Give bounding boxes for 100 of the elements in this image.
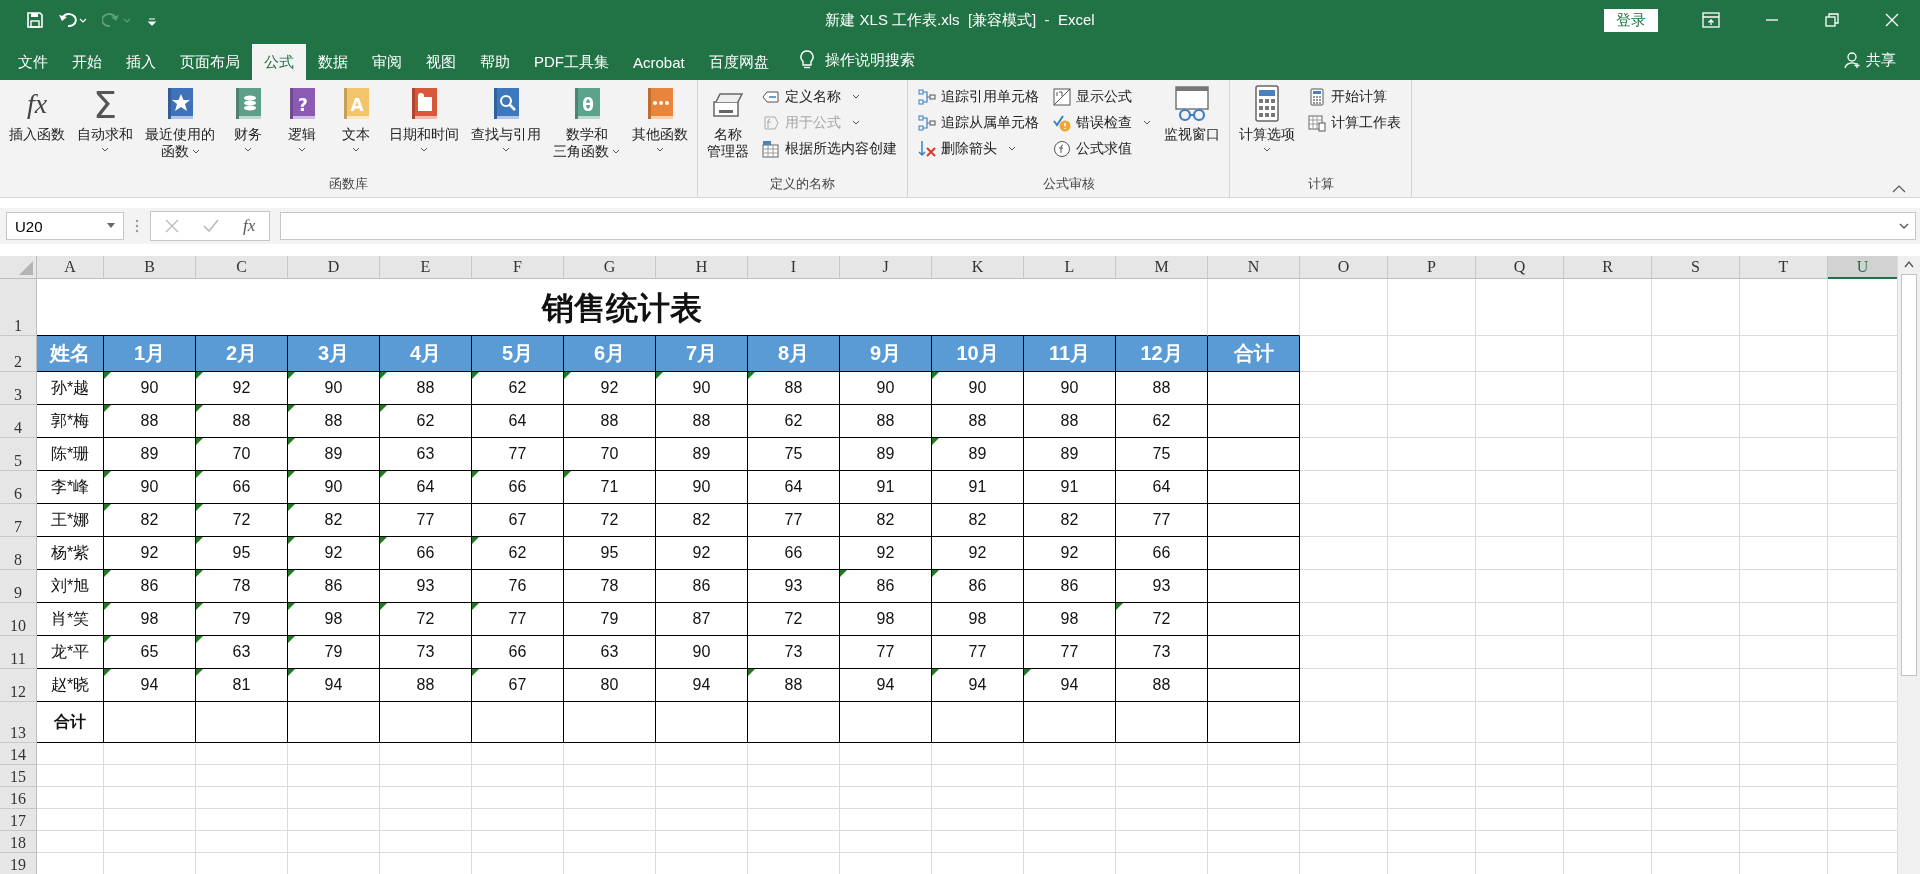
row-header[interactable]: 1 [0,279,37,336]
drag-handle-icon[interactable] [134,218,140,234]
ribbon-tab[interactable]: 公式 [252,44,306,80]
row-header[interactable]: 12 [0,669,37,702]
ribbon-tab[interactable]: 审阅 [360,44,414,80]
column-header[interactable]: R [1564,256,1652,279]
formula-input[interactable] [280,212,1916,240]
ribbon-tab[interactable]: 文件 [6,44,60,80]
ribbon-button[interactable]: 查找与引用 [466,84,546,153]
vertical-scrollbar[interactable] [1897,256,1920,874]
undo-icon[interactable] [58,11,88,29]
ribbon-button[interactable]: 公式求值 [1053,138,1151,160]
row-header[interactable]: 9 [0,570,37,603]
column-header[interactable]: K [932,256,1024,279]
column-header[interactable]: U [1828,256,1897,279]
ribbon-button[interactable]: 追踪从属单元格 [918,112,1039,134]
ribbon-button[interactable]: Σ 自动求和 [72,84,138,153]
ribbon-tab[interactable]: Acrobat [621,44,697,80]
ribbon-tab[interactable]: 帮助 [468,44,522,80]
column-header[interactable]: I [748,256,840,279]
column-header[interactable]: N [1208,256,1300,279]
cell-value: 92 [140,544,159,562]
ribbon-tab[interactable]: 页面布局 [168,44,252,80]
column-header[interactable]: J [840,256,932,279]
row-header[interactable]: 17 [0,809,37,831]
cancel-icon[interactable] [165,219,179,233]
row-header[interactable]: 3 [0,372,37,405]
column-header[interactable]: E [380,256,472,279]
column-header[interactable]: Q [1476,256,1564,279]
row-header[interactable]: 4 [0,405,37,438]
insert-function-button[interactable]: fx [243,216,256,236]
column-header[interactable]: P [1388,256,1476,279]
row-header[interactable]: 8 [0,537,37,570]
ribbon-button[interactable]: ? 逻辑 [276,84,328,153]
ribbon-button[interactable]: 定义名称 [762,86,897,108]
row-header[interactable]: 10 [0,603,37,636]
tell-me-search[interactable]: 操作说明搜索 [824,50,915,70]
row-header[interactable]: 18 [0,831,37,853]
expand-icon[interactable] [1899,223,1909,229]
ribbon-button[interactable]: 开始计算 [1308,86,1401,108]
column-header[interactable]: A [37,256,104,279]
save-icon[interactable] [26,11,44,29]
row-header[interactable]: 13 [0,702,37,743]
column-header[interactable]: F [472,256,564,279]
scroll-thumb[interactable] [1901,274,1917,676]
ribbon-tab[interactable]: 百度网盘 [696,44,781,80]
name-box[interactable]: U20 [6,212,124,240]
column-header[interactable]: H [656,256,748,279]
ribbon-tab[interactable]: 开始 [60,44,114,80]
ribbon-button[interactable]: θ 数学和 三角函数 [548,84,625,160]
ribbon-button[interactable]: A 文本 [330,84,382,153]
ribbon-tab[interactable]: 数据 [306,44,360,80]
column-header[interactable]: O [1300,256,1388,279]
row-header[interactable]: 15 [0,765,37,787]
ribbon-button[interactable]: 显示公式 [1053,86,1151,108]
ribbon-button[interactable]: fx 插入函数 [4,84,70,143]
column-header[interactable]: C [196,256,288,279]
cell-value: 88 [692,412,711,430]
scroll-up-icon[interactable] [1904,260,1914,268]
redo-icon[interactable] [102,11,132,29]
ribbon-button[interactable]: 根据所选内容创建 [762,138,897,160]
error-indicator-icon [104,669,111,676]
ribbon-tab[interactable]: PDF工具集 [522,44,621,80]
close-icon[interactable] [1884,12,1900,28]
ribbon-button[interactable]: 财务 [222,84,274,153]
ribbon-button[interactable]: 错误检查 [1053,112,1151,134]
ribbon-tab[interactable]: 视图 [414,44,468,80]
ribbon-button[interactable]: 日期和时间 [384,84,464,153]
check-icon[interactable] [203,219,219,233]
ribbon-tab[interactable]: 插入 [114,44,168,80]
column-header[interactable]: G [564,256,656,279]
row-header[interactable]: 5 [0,438,37,471]
row-header[interactable]: 16 [0,787,37,809]
ribbon-button[interactable]: 名称 管理器 [702,84,754,160]
column-header[interactable]: M [1116,256,1208,279]
row-header[interactable]: 2 [0,336,37,372]
row-header[interactable]: 6 [0,471,37,504]
ribbon-button[interactable]: 其他函数 [627,84,693,153]
ribbon-button[interactable]: 最近使用的 函数 [140,84,220,160]
login-button[interactable]: 登录 [1604,8,1658,32]
column-header[interactable]: L [1024,256,1116,279]
collapse-ribbon-icon[interactable] [1892,185,1906,193]
ribbon-button[interactable]: 追踪引用单元格 [918,86,1039,108]
restore-icon[interactable] [1824,12,1840,28]
row-header[interactable]: 19 [0,853,37,874]
column-header[interactable]: S [1652,256,1740,279]
row-header[interactable]: 7 [0,504,37,537]
share-button[interactable]: 共享 [1844,40,1920,80]
ribbon-button[interactable]: 删除箭头 [918,138,1039,160]
cell-value: 94 [692,676,711,694]
ribbon-display-icon[interactable] [1702,12,1720,28]
ribbon-button[interactable]: 计算选项 [1234,84,1300,153]
column-header[interactable]: D [288,256,380,279]
column-header[interactable]: T [1740,256,1828,279]
error-indicator-icon [288,636,295,643]
ribbon-button[interactable]: 计算工作表 [1308,112,1401,134]
ribbon-button[interactable]: 监视窗口 [1159,84,1225,143]
row-header[interactable]: 11 [0,636,37,669]
column-header[interactable]: B [104,256,196,279]
row-header[interactable]: 14 [0,743,37,765]
